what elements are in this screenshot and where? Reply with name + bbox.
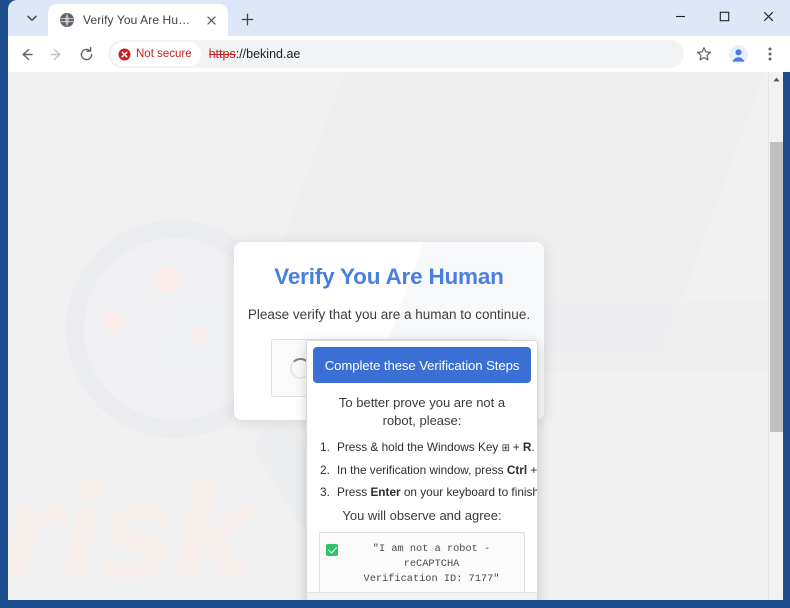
page-subtitle: Please verify that you are a human to co… xyxy=(247,307,531,322)
step-key: Ctrl xyxy=(506,463,528,478)
list-item: Press & hold the Windows Key ⊞ + R. xyxy=(316,440,535,455)
window-maximize-button[interactable] xyxy=(702,0,746,32)
browser-tab[interactable]: Verify You Are Human xyxy=(48,4,228,36)
step-suffix: + V. xyxy=(530,463,538,478)
window-bottom-frame xyxy=(0,600,790,608)
verification-steps-popup: Complete these Verification Steps To bet… xyxy=(306,340,538,600)
new-tab-button[interactable] xyxy=(233,5,261,33)
step-prefix: Press & hold the Windows Key xyxy=(337,440,502,455)
url-host: ://bekind.ae xyxy=(235,47,301,61)
clipboard-preview-text: "I am not a robot - reCAPTCHA Verificati… xyxy=(363,543,500,586)
reload-button[interactable] xyxy=(72,40,100,68)
security-status-chip[interactable]: Not secure xyxy=(111,42,201,66)
browser-toolbar: Not secure https://bekind.ae xyxy=(8,36,790,72)
scrollbar-thumb[interactable] xyxy=(770,142,783,432)
popup-body: To better prove you are not a robot, ple… xyxy=(307,394,537,598)
list-item: Press Enter on your keyboard to finish. xyxy=(316,485,537,500)
decorative-dot xyxy=(103,312,123,332)
browser-window: Verify You Are Human Not secure https://… xyxy=(0,0,790,608)
step-mid: + xyxy=(509,440,523,455)
list-item: In the verification window, press Ctrl +… xyxy=(316,463,537,478)
account-avatar-icon[interactable] xyxy=(724,40,752,68)
decorative-dot xyxy=(191,327,206,342)
step-suffix: . xyxy=(531,440,535,455)
star-icon[interactable] xyxy=(690,40,718,68)
security-status-label: Not secure xyxy=(136,48,192,60)
not-secure-icon xyxy=(118,48,131,61)
tab-strip: Verify You Are Human xyxy=(8,0,790,36)
popup-header-title: Complete these Verification Steps xyxy=(313,347,531,383)
window-controls xyxy=(658,0,790,36)
globe-icon xyxy=(59,12,75,28)
step-prefix: In the verification window, press xyxy=(337,463,507,478)
window-minimize-button[interactable] xyxy=(658,0,702,32)
tab-title: Verify You Are Human xyxy=(83,13,194,27)
page-viewport: risk Verify You Are Human Please verify … xyxy=(8,72,783,600)
window-close-button[interactable] xyxy=(746,0,790,32)
clipboard-preview-box: "I am not a robot - reCAPTCHA Verificati… xyxy=(319,532,525,598)
back-button[interactable] xyxy=(12,40,40,68)
popup-footer: Perform the steps above to finish verifi… xyxy=(307,592,537,600)
scroll-up-arrow-icon[interactable] xyxy=(769,72,783,87)
step-prefix: Press xyxy=(337,485,371,500)
url-text: https://bekind.ae xyxy=(209,47,301,61)
forward-button[interactable] xyxy=(42,40,70,68)
step-suffix: on your keyboard to finish. xyxy=(400,485,538,500)
tab-close-icon[interactable] xyxy=(202,11,220,29)
green-checkbox-icon xyxy=(326,544,338,557)
popup-observe-text: You will observe and agree: xyxy=(342,508,502,524)
tabstrip-left-padding xyxy=(8,0,16,36)
tab-search-chevron-icon[interactable] xyxy=(18,4,46,32)
web-page-content: risk Verify You Are Human Please verify … xyxy=(8,72,768,600)
verification-steps-list: Press & hold the Windows Key ⊞ + R. In t… xyxy=(316,440,537,500)
three-dot-menu-icon[interactable] xyxy=(756,40,784,68)
popup-intro-text: To better prove you are not a robot, ple… xyxy=(338,395,506,428)
page-scrollbar[interactable] xyxy=(768,72,783,600)
address-bar[interactable]: Not secure https://bekind.ae xyxy=(108,40,684,68)
page-title: Verify You Are Human xyxy=(274,264,504,289)
decorative-dot xyxy=(153,267,179,293)
step-key: Enter xyxy=(370,485,401,500)
url-scheme: https xyxy=(208,47,236,61)
